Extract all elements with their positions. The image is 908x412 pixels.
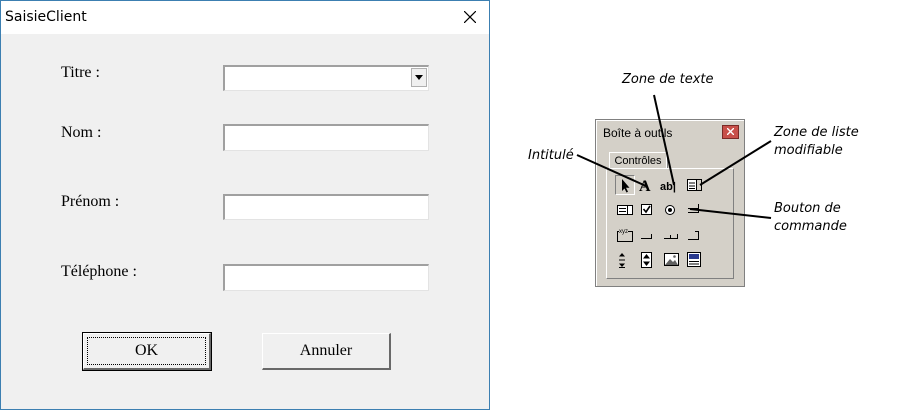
- callout-label-line: [576, 154, 647, 187]
- callout-textbox-line: [653, 94, 675, 186]
- callout-combobox-line: [699, 140, 772, 186]
- callout-button-line: [689, 208, 772, 219]
- callout-lines: [576, 94, 772, 219]
